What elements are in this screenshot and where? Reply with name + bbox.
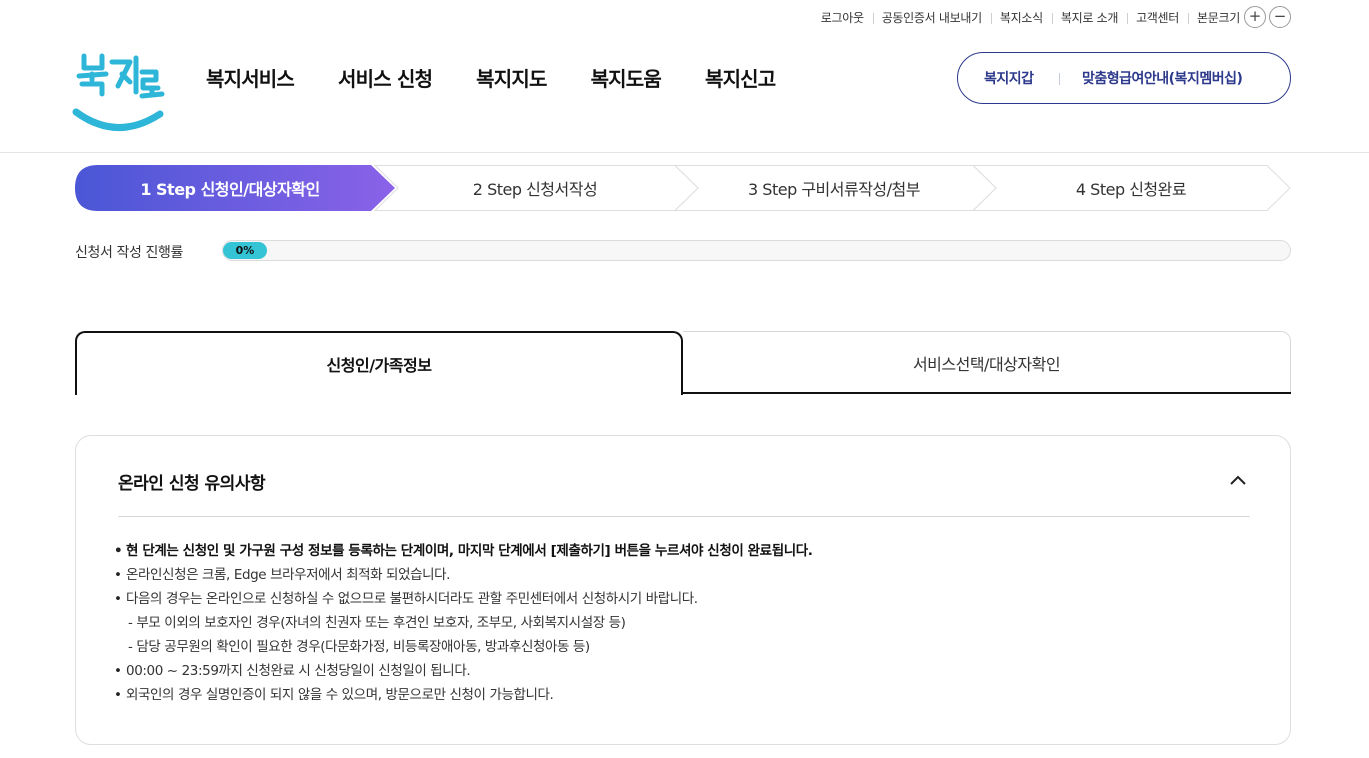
- logout-link[interactable]: 로그아웃: [812, 9, 873, 26]
- notice-list: 현 단계는 신청인 및 가구원 구성 정보를 등록하는 단계이며, 마지막 단계…: [114, 539, 813, 707]
- nav-service-apply[interactable]: 서비스 신청: [338, 63, 433, 92]
- list-item: 외국인의 경우 실명인증이 되지 않을 수 있으며, 방문으로만 신청이 가능합…: [114, 683, 813, 707]
- customer-center-link[interactable]: 고객센터: [1127, 9, 1188, 26]
- welfare-news-link[interactable]: 복지소식: [990, 9, 1052, 26]
- font-size-label: 본문크기: [1188, 9, 1244, 26]
- about-link[interactable]: 복지로 소개: [1051, 9, 1127, 26]
- step-1: 1 Step 신청인/대상자확인: [140, 180, 320, 199]
- chevron-up-icon[interactable]: [1226, 468, 1250, 492]
- notice-divider: [118, 516, 1250, 517]
- divider: [1059, 73, 1060, 85]
- logo-mark-icon: [72, 53, 165, 131]
- font-decrease-button[interactable]: −: [1269, 6, 1291, 28]
- header-divider: [0, 152, 1369, 153]
- notice-title: 온라인 신청 유의사항: [118, 474, 266, 494]
- list-item: - 부모 이외의 보호자인 경우(자녀의 친권자 또는 후견인 보호자, 조부모…: [128, 615, 626, 631]
- notice-panel: 온라인 신청 유의사항 현 단계는 신청인 및 가구원 구성 정보를 등록하는 …: [75, 435, 1291, 745]
- tab-service-selection[interactable]: 서비스선택/대상자확인: [683, 331, 1291, 393]
- nav-welfare-map[interactable]: 복지지도: [476, 63, 547, 92]
- cert-export-link[interactable]: 공동인증서 내보내기: [872, 9, 991, 26]
- step-4: 4 Step 신청완료: [1075, 180, 1187, 199]
- progress-label: 신청서 작성 진행률: [75, 245, 183, 261]
- member-links: 복지지갑 맞춤형급여안내(복지멤버십): [957, 52, 1291, 104]
- nav-welfare-service[interactable]: 복지서비스: [206, 63, 295, 92]
- step-3: 3 Step 구비서류작성/첨부: [748, 180, 920, 199]
- site-logo[interactable]: [72, 50, 167, 134]
- step-indicator: 1 Step 신청인/대상자확인 2 Step 신청서작성 3 Step 구비서…: [75, 165, 1291, 211]
- nav-welfare-help[interactable]: 복지도움: [591, 63, 662, 92]
- list-item: 온라인신청은 크롬, Edge 브라우저에서 최적화 되었습니다.: [114, 563, 813, 587]
- list-item: 00:00 ~ 23:59까지 신청완료 시 신청당일이 신청일이 됩니다.: [114, 659, 813, 683]
- step-2: 2 Step 신청서작성: [472, 180, 598, 199]
- utility-bar: 로그아웃 공동인증서 내보내기 복지소식 복지로 소개 고객센터 본문크기 + …: [812, 6, 1291, 28]
- progress-bar: 0%: [222, 240, 1291, 261]
- welfare-wallet-link[interactable]: 복지지갑: [984, 68, 1034, 88]
- main-nav: 복지서비스 서비스 신청 복지지도 복지도움 복지신고: [206, 63, 819, 92]
- tab-underline: [683, 392, 1291, 394]
- nav-welfare-report[interactable]: 복지신고: [705, 63, 776, 92]
- list-item: - 담당 공무원의 확인이 필요한 경우(다문화가정, 비등록장애아동, 방과후…: [128, 639, 590, 655]
- progress-fill: 0%: [223, 242, 267, 259]
- tab-applicant-family[interactable]: 신청인/가족정보: [75, 331, 683, 395]
- list-item: 다음의 경우는 온라인으로 신청하실 수 없으므로 불편하시더라도 관할 주민센…: [114, 587, 813, 611]
- membership-link[interactable]: 맞춤형급여안내(복지멤버십): [1082, 68, 1243, 88]
- list-item: 현 단계는 신청인 및 가구원 구성 정보를 등록하는 단계이며, 마지막 단계…: [114, 539, 813, 563]
- font-increase-button[interactable]: +: [1244, 6, 1266, 28]
